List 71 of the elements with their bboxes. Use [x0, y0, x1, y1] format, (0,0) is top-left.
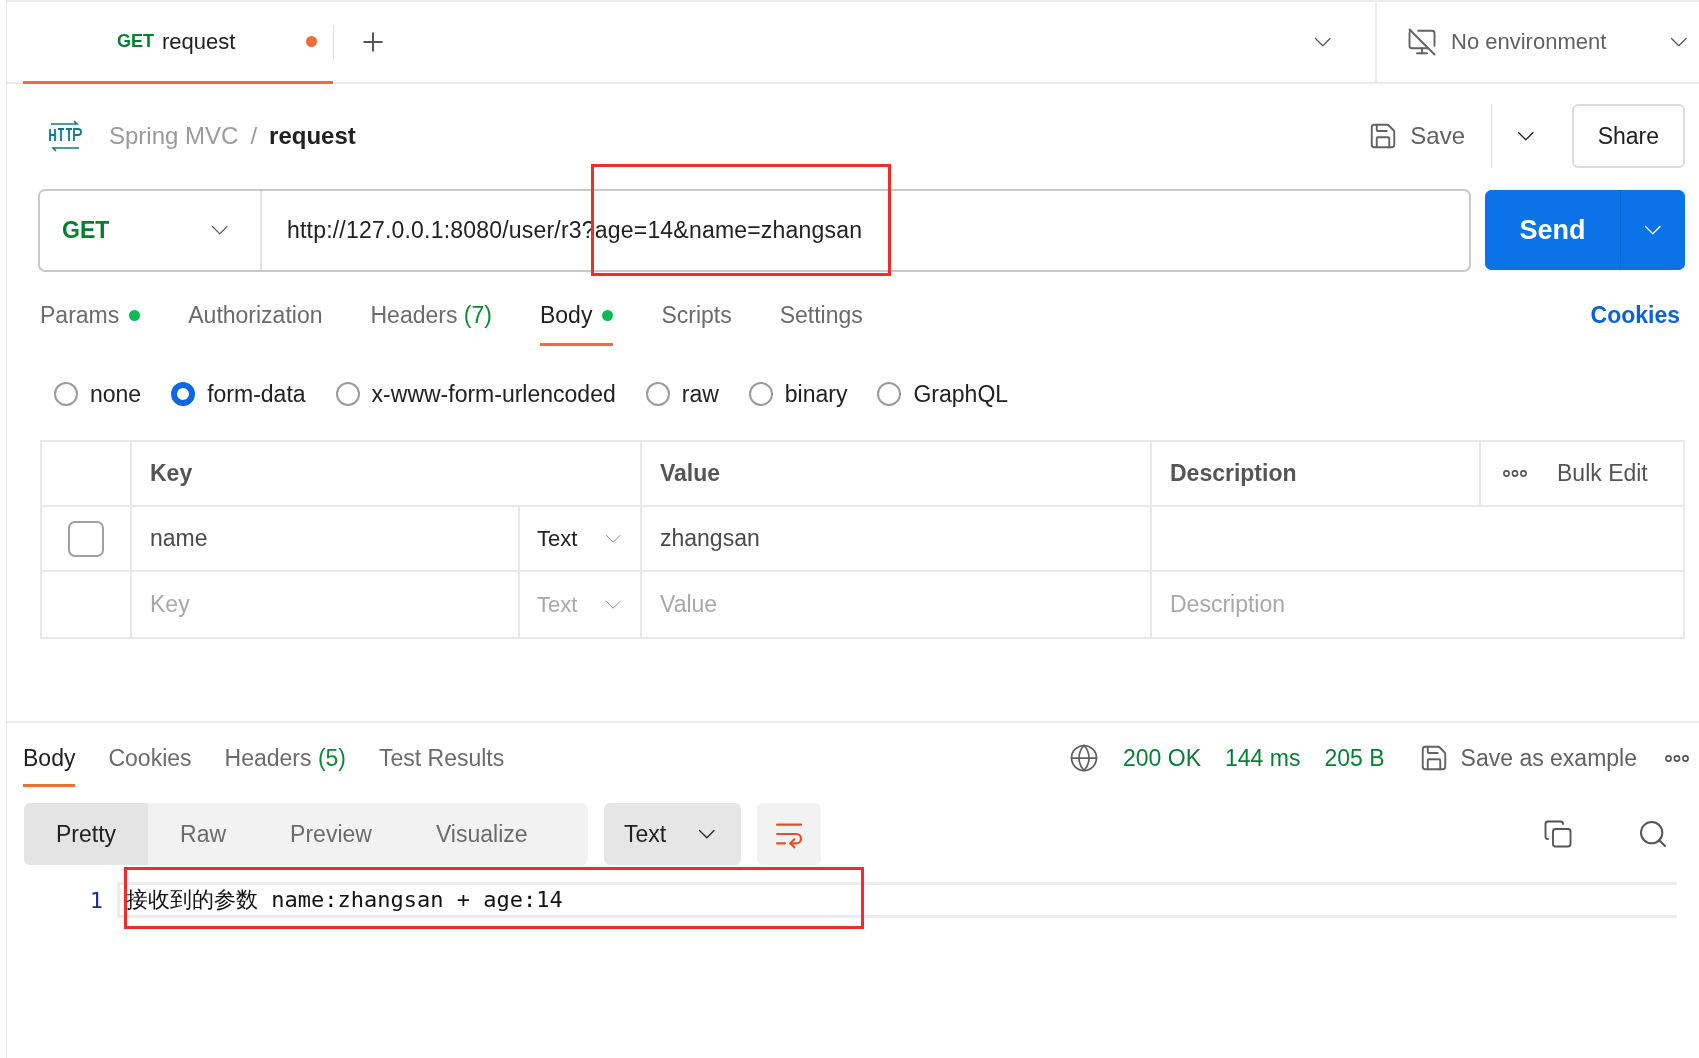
request-section-tab[interactable]: Headers (7) [370, 287, 492, 346]
radio-button[interactable] [877, 382, 902, 406]
response-tab[interactable]: Headers (5) [224, 745, 346, 787]
bulk-edit-button[interactable]: Bulk Edit [1557, 460, 1648, 487]
row-checkbox[interactable] [68, 520, 104, 557]
column-header: Value [642, 442, 1152, 507]
radio-button[interactable] [54, 382, 78, 406]
response-tab[interactable]: Body [23, 745, 76, 787]
body-type-radio[interactable]: none [54, 380, 142, 408]
copy-icon [1543, 819, 1573, 849]
caret-icon [212, 225, 228, 235]
value-cell[interactable]: zhangsan [642, 507, 1152, 572]
body-type-radio[interactable]: GraphQL [877, 380, 1009, 408]
method-label: GET [117, 31, 154, 52]
radio-label: form-data [207, 380, 306, 408]
view-mode-tab[interactable]: Preview [258, 803, 404, 865]
save-button[interactable]: Save [1368, 121, 1480, 151]
request-section-tab[interactable]: Params [40, 287, 141, 346]
caret-icon [1671, 37, 1687, 47]
response-tab[interactable]: Test Results [379, 745, 505, 787]
line-number: 1 [88, 887, 104, 913]
column-header: Description [1152, 442, 1481, 507]
code-line: 接收到的参数 name:zhangsan + age:14 [117, 882, 1677, 918]
request-tab[interactable]: GET request [23, 2, 333, 84]
save-as-example-button[interactable]: Save as example [1418, 743, 1637, 773]
environment-label: No environment [1451, 29, 1608, 55]
response-time: 144 ms [1225, 744, 1301, 772]
share-button[interactable]: Share [1571, 104, 1685, 168]
caret-icon [1645, 225, 1661, 235]
request-section-tab[interactable]: Scripts [661, 287, 732, 346]
radio-button[interactable] [171, 382, 196, 406]
search-icon [1637, 818, 1669, 850]
request-section-tab[interactable]: Settings [779, 287, 863, 346]
method-dropdown[interactable]: GET [40, 190, 262, 270]
no-environment-icon [1407, 27, 1437, 57]
radio-label: binary [784, 380, 848, 408]
send-button[interactable]: Send [1485, 190, 1621, 270]
radio-label: GraphQL [913, 380, 1009, 408]
radio-button[interactable] [645, 382, 670, 406]
http-icon [47, 120, 83, 152]
status-text: 200 OK [1123, 744, 1201, 772]
request-section-tab[interactable]: Authorization [188, 287, 323, 346]
body-type-radio[interactable]: form-data [171, 380, 306, 408]
tab-title: request [162, 28, 236, 55]
caret-icon [699, 829, 715, 839]
response-size: 205 B [1324, 744, 1385, 772]
more-icon [1665, 754, 1689, 762]
request-section-tab[interactable]: Body [539, 287, 614, 346]
caret-icon [1315, 37, 1331, 47]
breadcrumb-separator: / [250, 122, 258, 150]
caret-icon [605, 600, 620, 609]
caret-icon [1518, 131, 1534, 141]
caret-icon [605, 534, 620, 543]
view-mode-tab[interactable]: Pretty [24, 803, 149, 865]
globe-icon[interactable] [1069, 743, 1099, 773]
cookies-link[interactable]: Cookies [1590, 301, 1680, 329]
type-dropdown[interactable]: Text [520, 507, 642, 572]
request-name: request [269, 122, 357, 150]
environment-selector[interactable]: No environment [1375, 2, 1699, 82]
wrap-lines-button[interactable] [757, 803, 821, 865]
more-icon [1503, 470, 1527, 477]
radio-button[interactable] [748, 382, 773, 406]
view-mode-tab[interactable]: Visualize [403, 803, 560, 865]
radio-label: raw [681, 380, 719, 408]
response-tab[interactable]: Cookies [108, 745, 192, 787]
body-type-radio[interactable]: raw [645, 380, 719, 408]
view-mode-tab[interactable]: Raw [148, 803, 259, 865]
radio-button[interactable] [335, 382, 360, 406]
radio-label: none [90, 380, 142, 408]
format-dropdown[interactable]: Text [604, 803, 741, 865]
body-type-radio[interactable]: binary [748, 380, 848, 408]
